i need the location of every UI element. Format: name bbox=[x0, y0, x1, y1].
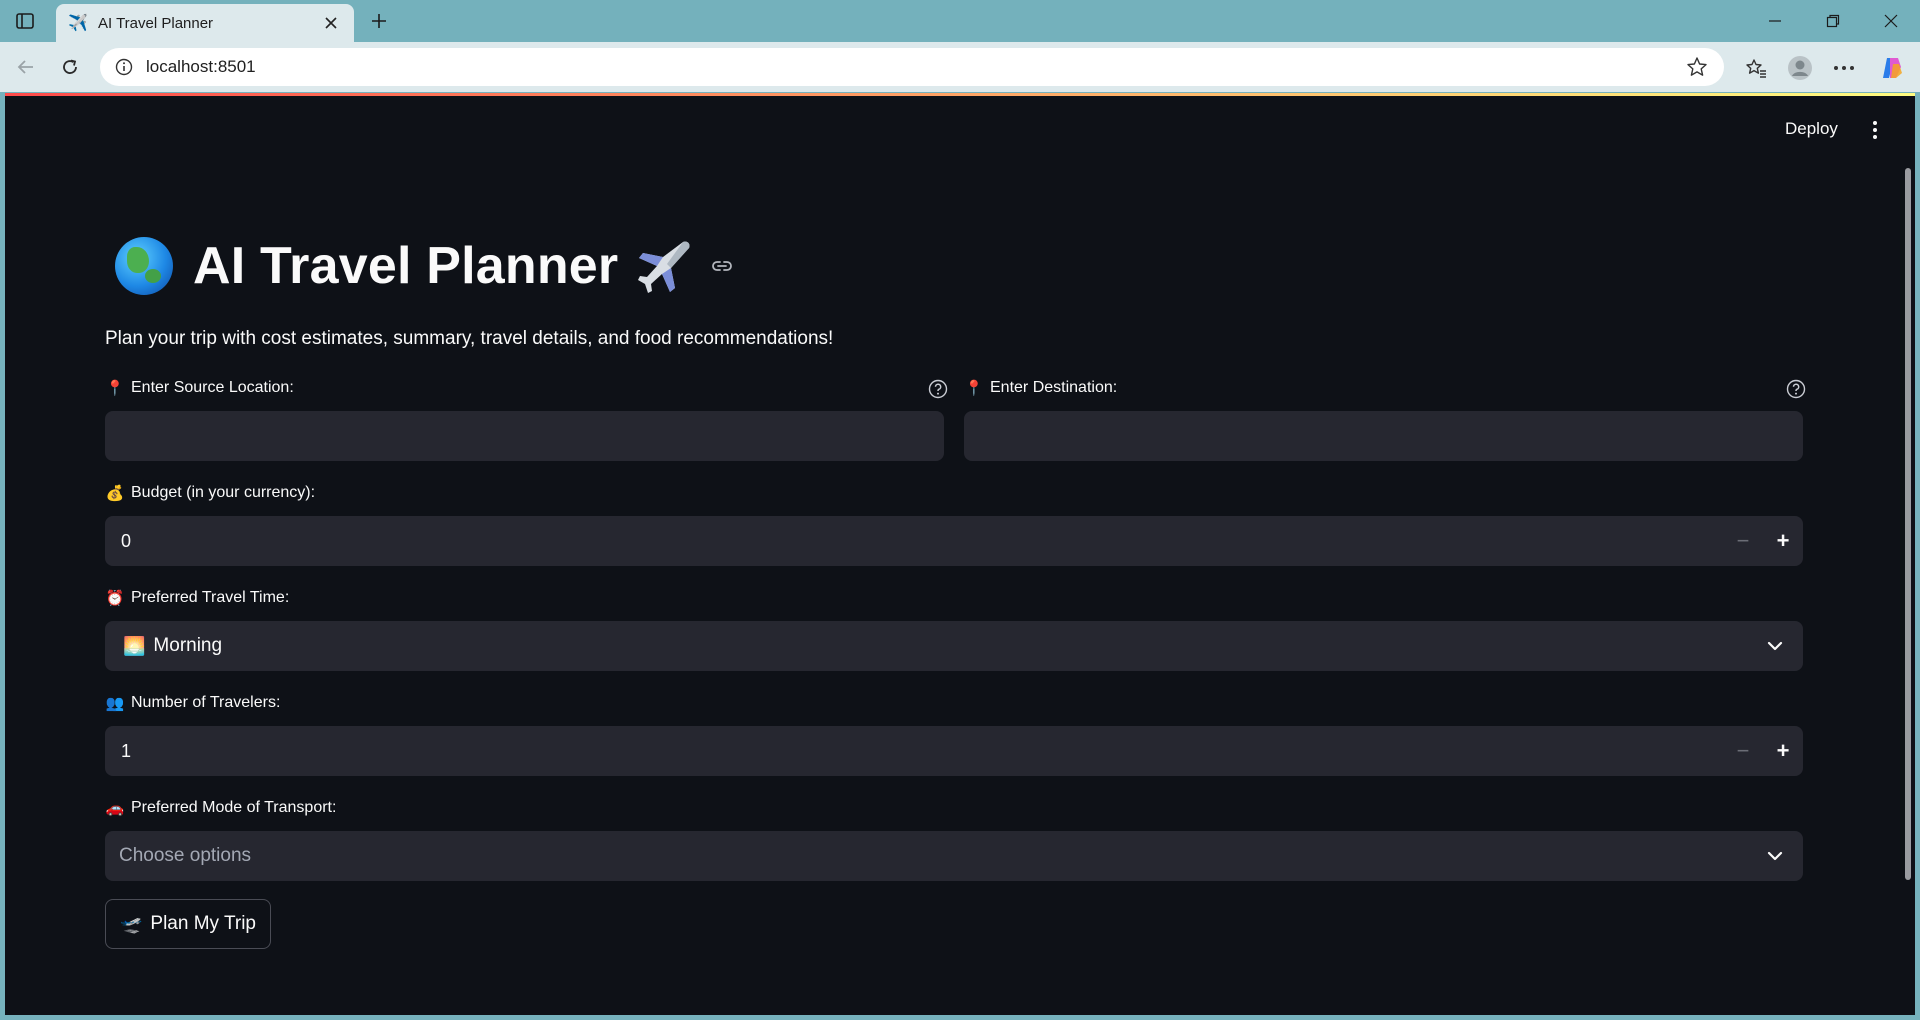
source-input[interactable] bbox=[105, 411, 944, 461]
chevron-down-icon[interactable] bbox=[1763, 634, 1787, 658]
transport-label-text: Preferred Mode of Transport: bbox=[131, 799, 337, 816]
travelers-number-input[interactable]: 1 − + bbox=[105, 726, 1803, 776]
travelers-decrement-button[interactable]: − bbox=[1723, 726, 1763, 776]
page-title-text: AI Travel Planner bbox=[193, 237, 619, 295]
transport-multiselect[interactable]: Choose options bbox=[105, 831, 1803, 881]
travelers-value[interactable]: 1 bbox=[121, 741, 131, 762]
question-circle-icon[interactable] bbox=[927, 378, 949, 400]
question-circle-icon[interactable] bbox=[1785, 378, 1807, 400]
link-icon[interactable] bbox=[710, 254, 734, 278]
destination-label: 📍 Enter Destination: bbox=[964, 379, 1118, 397]
minimize-window-icon[interactable] bbox=[1752, 6, 1798, 36]
budget-label: 💰 Budget (in your currency): bbox=[105, 484, 315, 502]
restore-window-icon[interactable] bbox=[1810, 6, 1856, 36]
back-icon[interactable] bbox=[10, 51, 42, 83]
budget-label-text: Budget (in your currency): bbox=[131, 484, 316, 501]
destination-label-text: Enter Destination: bbox=[990, 379, 1118, 396]
tab-actions-icon[interactable] bbox=[12, 8, 38, 34]
page-title: AI Travel Planner bbox=[115, 231, 734, 301]
reload-icon[interactable] bbox=[54, 51, 86, 83]
travel-time-select[interactable]: 🌅 Morning bbox=[105, 621, 1803, 671]
sunrise-icon: 🌅 bbox=[123, 635, 146, 656]
globe-icon bbox=[115, 237, 173, 295]
destination-input-field[interactable] bbox=[980, 425, 1787, 447]
travel-time-label: ⏰ Preferred Travel Time: bbox=[105, 589, 290, 607]
plan-my-trip-button[interactable]: 🛫 Plan My Trip bbox=[105, 899, 271, 949]
scrollbar-thumb[interactable] bbox=[1905, 168, 1911, 880]
budget-decrement-button[interactable]: − bbox=[1723, 516, 1763, 566]
transport-placeholder: Choose options bbox=[119, 845, 252, 866]
more-menu-icon[interactable] bbox=[1828, 52, 1860, 84]
plan-my-trip-label: Plan My Trip bbox=[150, 913, 256, 934]
source-label-text: Enter Source Location: bbox=[131, 379, 294, 396]
browser-titlebar: ✈️ AI Travel Planner bbox=[0, 0, 1920, 42]
browser-toolbar: localhost:8501 bbox=[0, 42, 1920, 92]
app-viewport: Deploy AI Travel Planner Plan your trip … bbox=[5, 93, 1915, 1015]
travelers-increment-button[interactable]: + bbox=[1763, 726, 1803, 776]
airplane-departure-icon: 🛫 bbox=[119, 913, 143, 934]
pin-icon: 📍 bbox=[964, 380, 984, 397]
source-input-field[interactable] bbox=[121, 425, 928, 447]
main-menu-icon[interactable] bbox=[1865, 117, 1885, 143]
money-bag-icon: 💰 bbox=[105, 485, 125, 502]
budget-increment-button[interactable]: + bbox=[1763, 516, 1803, 566]
travelers-label-text: Number of Travelers: bbox=[131, 694, 281, 711]
car-icon: 🚗 bbox=[105, 800, 125, 817]
profile-avatar-icon[interactable] bbox=[1784, 52, 1816, 84]
travelers-label: 👥 Number of Travelers: bbox=[105, 694, 281, 712]
alarm-clock-icon: ⏰ bbox=[105, 590, 125, 607]
page-subtitle: Plan your trip with cost estimates, summ… bbox=[105, 328, 834, 349]
close-window-icon[interactable] bbox=[1868, 6, 1914, 36]
travel-time-selected: 🌅 Morning bbox=[123, 635, 222, 657]
url-text: localhost:8501 bbox=[146, 57, 256, 76]
tab-title: AI Travel Planner bbox=[98, 14, 214, 32]
bookmark-star-icon[interactable] bbox=[1684, 54, 1710, 80]
favorites-icon[interactable] bbox=[1740, 52, 1772, 84]
airplane-icon: ✈️ bbox=[68, 15, 88, 32]
chevron-down-icon[interactable] bbox=[1763, 844, 1787, 868]
source-label: 📍 Enter Source Location: bbox=[105, 379, 294, 397]
budget-number-input[interactable]: 0 − + bbox=[105, 516, 1803, 566]
close-tab-icon[interactable] bbox=[320, 12, 342, 34]
destination-input[interactable] bbox=[964, 411, 1803, 461]
copilot-icon[interactable] bbox=[1876, 52, 1908, 84]
airplane-icon bbox=[636, 237, 694, 295]
site-info-icon[interactable] bbox=[114, 57, 134, 77]
address-bar[interactable]: localhost:8501 bbox=[100, 48, 1724, 86]
transport-label: 🚗 Preferred Mode of Transport: bbox=[105, 799, 337, 817]
travel-time-label-text: Preferred Travel Time: bbox=[131, 589, 290, 606]
new-tab-icon[interactable] bbox=[364, 6, 394, 36]
budget-value[interactable]: 0 bbox=[121, 531, 131, 552]
people-icon: 👥 bbox=[105, 695, 125, 712]
browser-tab-active[interactable]: ✈️ AI Travel Planner bbox=[56, 4, 354, 42]
header-decoration bbox=[5, 93, 1915, 96]
pin-icon: 📍 bbox=[105, 380, 125, 397]
travel-time-selected-text: Morning bbox=[153, 635, 223, 656]
deploy-button[interactable]: Deploy bbox=[1785, 119, 1838, 139]
